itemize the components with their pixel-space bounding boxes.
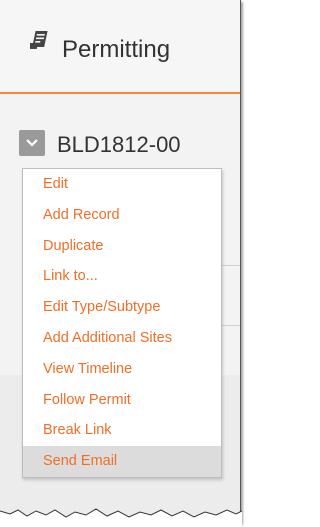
menu-item-view-timeline[interactable]: View Timeline	[23, 354, 221, 385]
app-window: Permitting BLD1812-00 Edit Add Record Du…	[0, 0, 241, 523]
chevron-down-icon	[26, 139, 38, 147]
menu-item-send-email[interactable]: Send Email	[23, 446, 221, 477]
page-title: Permitting	[62, 36, 171, 63]
permit-document-icon	[28, 29, 52, 51]
record-number: BLD1812-00	[57, 132, 181, 157]
row-divider	[220, 265, 240, 266]
page-header: Permitting	[0, 0, 240, 90]
menu-item-follow-permit[interactable]: Follow Permit	[23, 385, 221, 416]
record-actions-menu: Edit Add Record Duplicate Link to... Edi…	[22, 168, 222, 478]
menu-item-edit-type-subtype[interactable]: Edit Type/Subtype	[23, 292, 221, 323]
menu-item-break-link[interactable]: Break Link	[23, 415, 221, 446]
actions-menu-toggle[interactable]	[19, 130, 45, 156]
menu-item-add-additional-sites[interactable]: Add Additional Sites	[23, 323, 221, 354]
menu-item-add-record[interactable]: Add Record	[23, 200, 221, 231]
torn-edge	[0, 508, 242, 527]
menu-item-duplicate[interactable]: Duplicate	[23, 231, 221, 262]
row-divider	[220, 325, 240, 326]
menu-item-edit[interactable]: Edit	[23, 169, 221, 200]
menu-item-link-to[interactable]: Link to...	[23, 261, 221, 292]
